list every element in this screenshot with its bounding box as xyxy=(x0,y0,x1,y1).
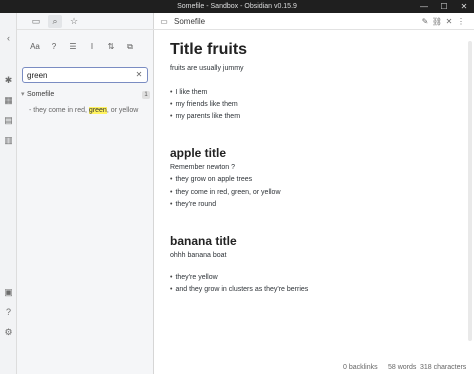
search-field: ✕ xyxy=(22,67,148,83)
left-sidebar: ▭ ⌕ ☆ Aa ? ☰ I ⇅ ⧉ ✕ ▾ Somefile 1 - they… xyxy=(17,13,154,374)
ribbon: ‹ ✱ ▦ ▤ ▥ ▣ ? ⚙ xyxy=(0,13,17,374)
link-icon[interactable]: ⛓ xyxy=(431,15,443,28)
graph-view-icon[interactable]: ✱ xyxy=(3,75,14,86)
chevron-down-icon[interactable]: ▾ xyxy=(21,88,25,102)
heading-title-fruits: Title fruits xyxy=(170,41,248,58)
list-item: • they grow on apple trees xyxy=(170,176,253,183)
bullet-icon: • xyxy=(170,286,173,293)
vault-icon[interactable]: ▣ xyxy=(3,287,14,298)
minimize-button[interactable]: — xyxy=(414,0,434,13)
list-item: • I like them xyxy=(170,89,208,96)
match-highlight: green xyxy=(88,107,107,114)
sort-order-button[interactable]: ⇅ xyxy=(103,39,119,55)
bullet-icon: • xyxy=(170,176,173,183)
status-bar: 0 backlinks 58 words 318 characters xyxy=(154,362,474,374)
list-item: • my friends like them xyxy=(170,101,238,108)
settings-icon[interactable]: ⚙ xyxy=(3,327,14,338)
list-item: • they come in red, green, or yellow xyxy=(170,189,281,196)
editor-scrollbar[interactable] xyxy=(468,41,472,341)
list-item: • and they grow in clusters as they're be… xyxy=(170,286,309,293)
maximize-button[interactable]: ☐ xyxy=(434,0,454,13)
explain-search-toggle[interactable]: ? xyxy=(46,39,62,55)
close-icon[interactable]: ✕ xyxy=(443,15,455,28)
file-explorer-icon[interactable]: ▤ xyxy=(3,115,14,126)
more-icon[interactable]: ⋮ xyxy=(455,15,467,28)
search-match-line[interactable]: - they come in red, green, or yellow xyxy=(29,106,151,116)
title-bar: Somefile - Sandbox - Obsidian v0.15.9 — … xyxy=(0,0,474,13)
editor-tab-bar: ▭ Somefile ✎ ⛓ ✕ ⋮ xyxy=(154,13,474,30)
bullet-icon: • xyxy=(170,113,173,120)
editor-pane: ▭ Somefile ✎ ⛓ ✕ ⋮ Title fruits fruits a… xyxy=(154,13,474,374)
heading-apple-title: apple title xyxy=(170,146,227,160)
backlinks-count[interactable]: 0 backlinks xyxy=(343,362,378,374)
character-count: 318 characters xyxy=(420,364,467,371)
copy-results-button[interactable]: ⧉ xyxy=(122,39,138,55)
file-explorer-tab[interactable]: ▭ xyxy=(29,15,43,28)
open-sidebar-icon[interactable]: ‹ xyxy=(3,33,14,44)
search-result-file[interactable]: ▾ Somefile 1 xyxy=(17,88,154,102)
collapse-results-toggle[interactable]: ☰ xyxy=(65,39,81,55)
bullet-icon: • xyxy=(170,101,173,108)
result-count-badge: 1 xyxy=(142,91,150,99)
close-window-button[interactable]: ✕ xyxy=(454,0,474,13)
search-tab[interactable]: ⌕ xyxy=(48,15,62,28)
heading-banana-title: banana title xyxy=(170,234,237,248)
window-title: Somefile - Sandbox - Obsidian v0.15.9 xyxy=(177,3,297,10)
file-icon: ▭ xyxy=(160,17,168,26)
bullet-icon: • xyxy=(170,189,173,196)
clear-search-icon[interactable]: ✕ xyxy=(134,69,144,81)
editor-tab-title[interactable]: Somefile xyxy=(174,13,205,30)
match-text-after: , or yellow xyxy=(106,107,139,114)
paragraph-banana: ohhh banana boat xyxy=(170,252,227,259)
list-item: • my parents like them xyxy=(170,113,241,120)
paragraph-intro: fruits are usually jummy xyxy=(170,65,244,72)
bullet-icon: • xyxy=(170,274,173,281)
result-file-name: Somefile xyxy=(27,91,55,98)
sidebar-tab-header: ▭ ⌕ ☆ xyxy=(17,13,154,30)
bullet-icon: • xyxy=(170,89,173,96)
calendar-icon[interactable]: ▦ xyxy=(3,95,14,106)
list-item: • they're round xyxy=(170,201,217,208)
list-item: • they're yellow xyxy=(170,274,218,281)
search-toolbar: Aa ? ☰ I ⇅ ⧉ xyxy=(17,39,154,55)
starred-tab[interactable]: ☆ xyxy=(67,15,81,28)
match-text-before: - they come in red, xyxy=(29,107,89,114)
paragraph-apple: Remember newton ? xyxy=(170,164,235,171)
word-count: 58 words xyxy=(388,364,417,371)
stack-icon[interactable]: ▥ xyxy=(3,135,14,146)
bullet-icon: • xyxy=(170,201,173,208)
match-case-toggle[interactable]: Aa xyxy=(27,39,43,55)
show-more-context-toggle[interactable]: I xyxy=(84,39,100,55)
help-icon[interactable]: ? xyxy=(3,307,14,318)
search-input[interactable] xyxy=(27,69,133,81)
edit-icon[interactable]: ✎ xyxy=(419,15,431,28)
